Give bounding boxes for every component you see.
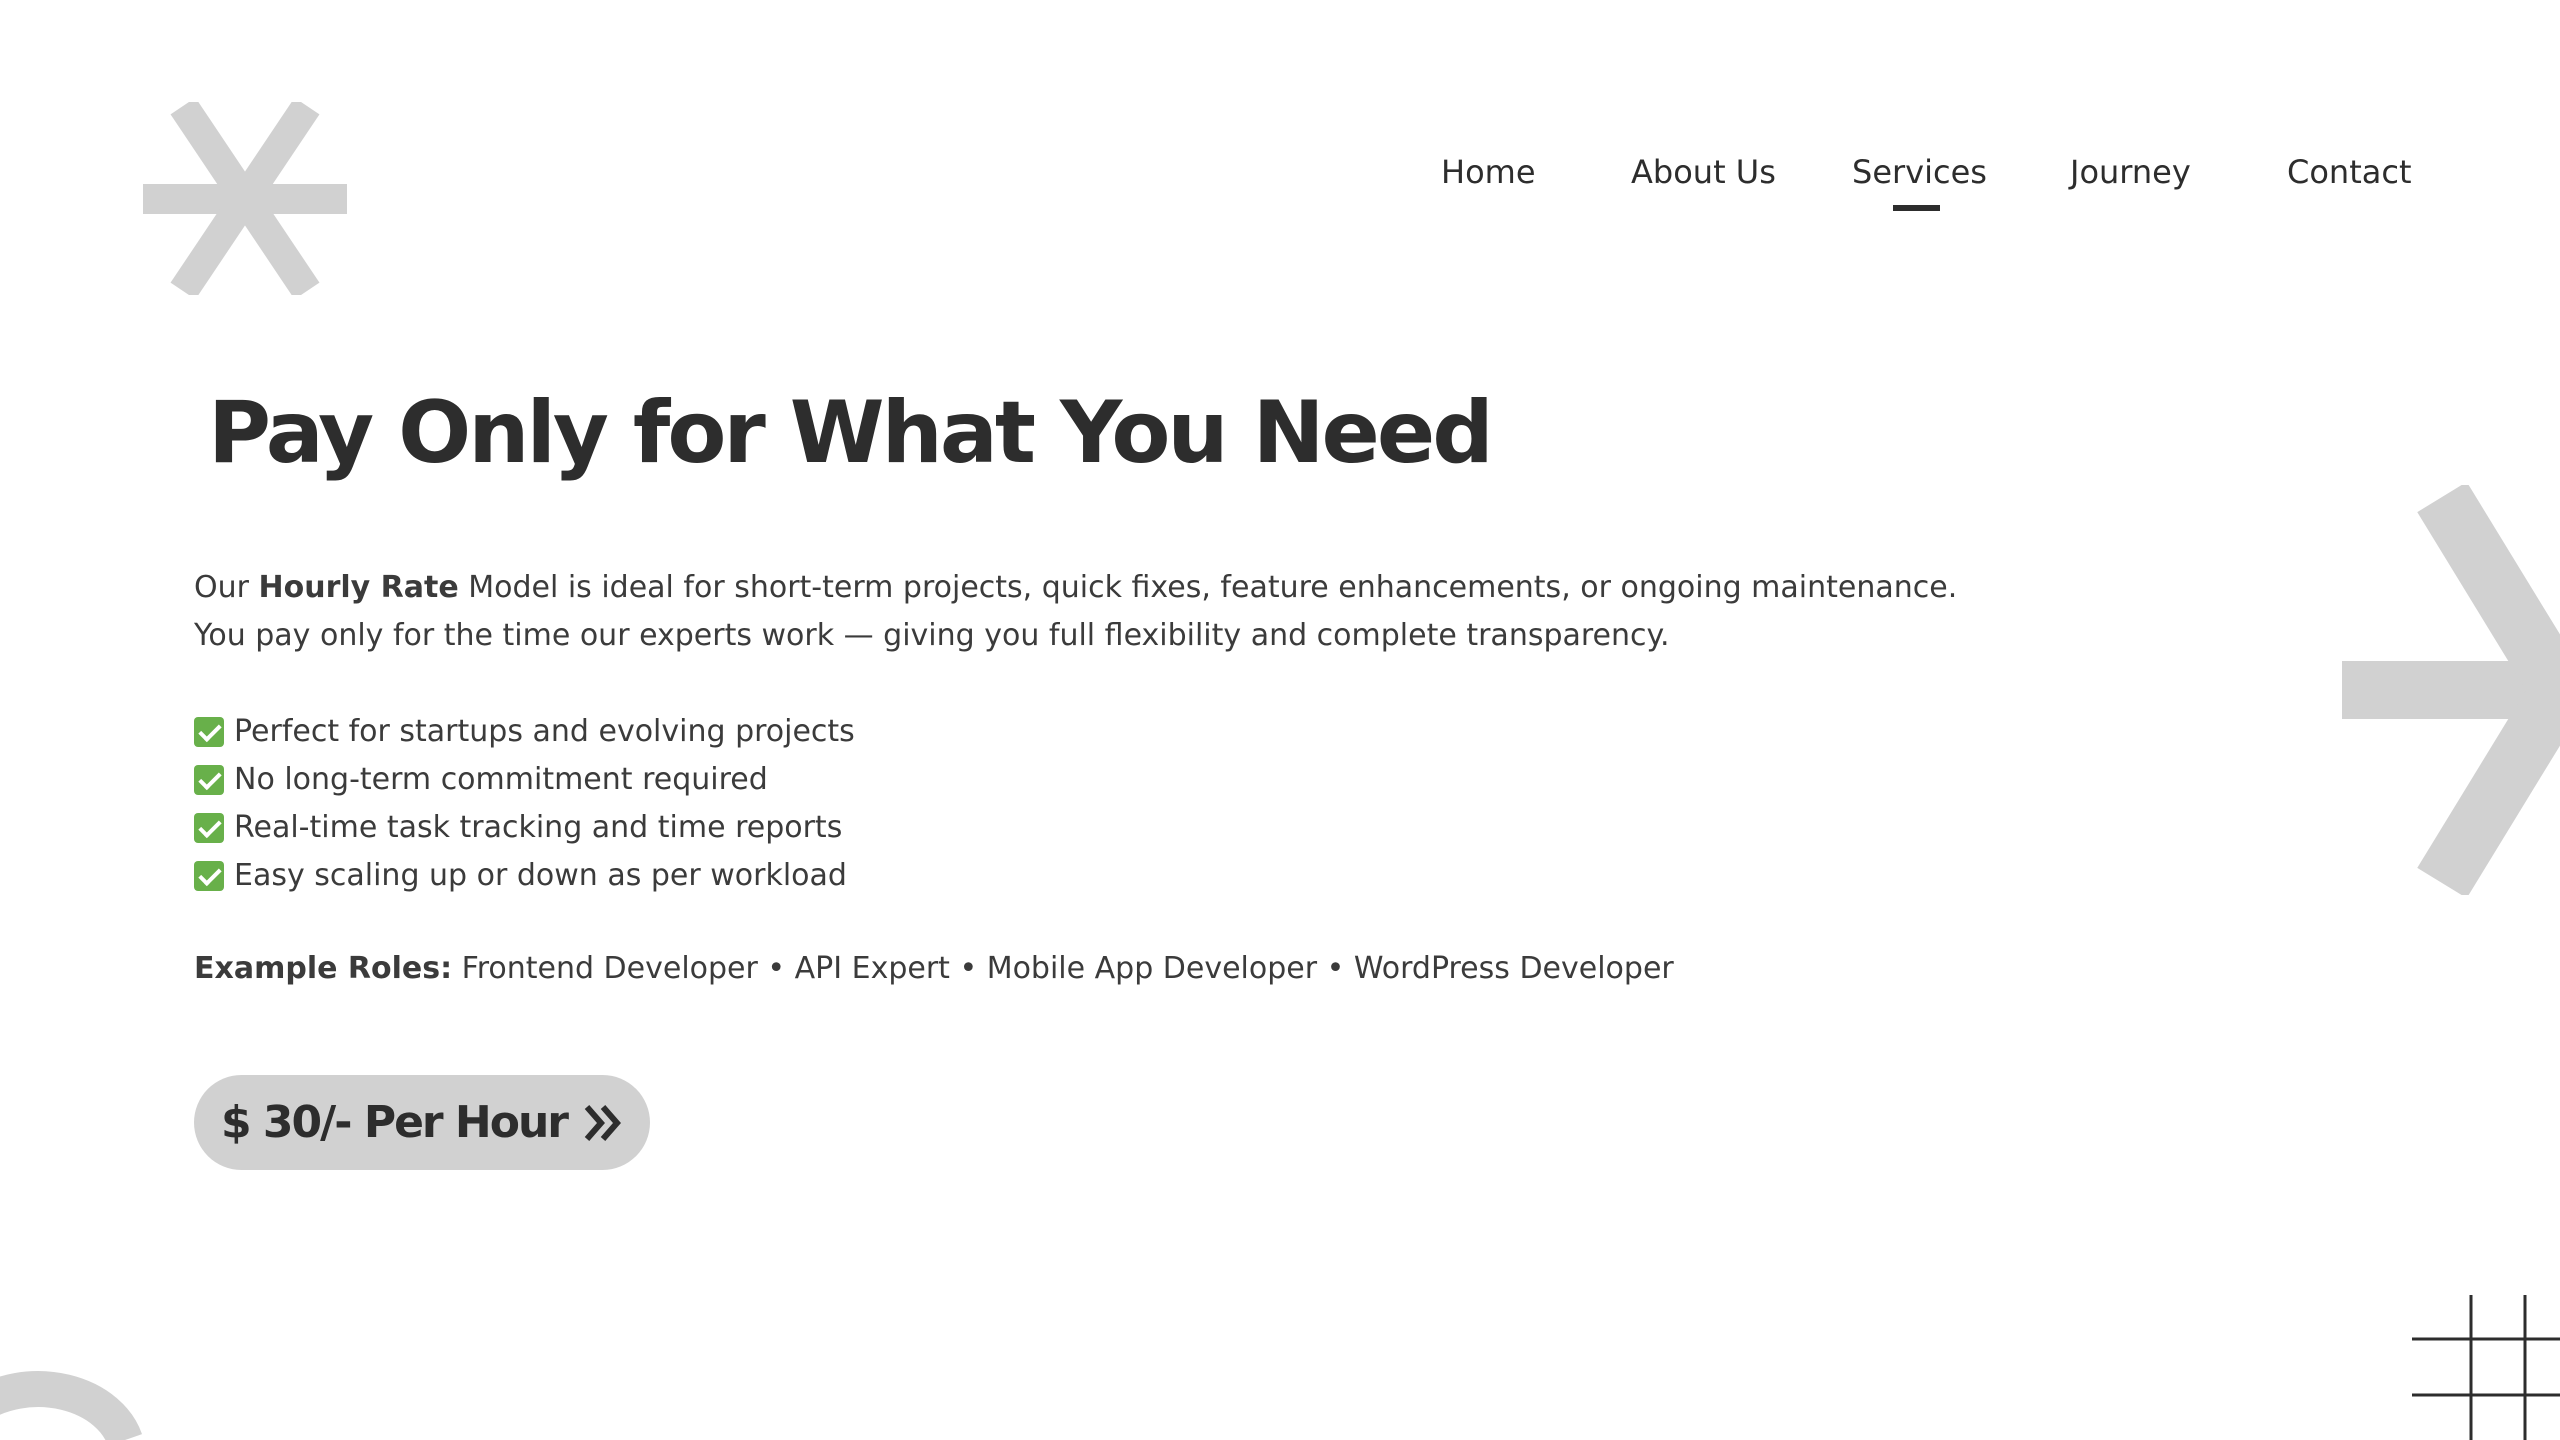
feature-text: Perfect for startups and evolving projec… [234, 714, 855, 749]
feature-item: Easy scaling up or down as per workload [194, 852, 855, 900]
hourly-rate-highlight: Hourly Rate [258, 570, 459, 605]
features-list: Perfect for startups and evolving projec… [194, 708, 855, 900]
feature-text: No long-term commitment required [234, 762, 768, 797]
intro-paragraph: Our Hourly Rate Model is ideal for short… [194, 564, 2094, 660]
nav-item-about-us[interactable]: About Us [1631, 148, 1776, 196]
page: Home About Us Services Journey Contact P… [0, 0, 2560, 1440]
check-icon [194, 813, 224, 843]
feature-item: No long-term commitment required [194, 756, 855, 804]
intro-prefix: Our [194, 570, 259, 605]
intro-rest: Model is ideal for short-term projects, … [458, 570, 1958, 605]
example-roles: Example Roles: Frontend Developer • API … [194, 945, 1674, 993]
roles-label: Example Roles: [194, 951, 453, 986]
feature-text: Real-time task tracking and time reports [234, 810, 843, 845]
double-chevron-right-icon [584, 1104, 621, 1141]
arc-decoration-icon [0, 1371, 143, 1440]
check-icon [194, 717, 224, 747]
intro-line-1: Our Hourly Rate Model is ideal for short… [194, 564, 2094, 612]
nav-item-contact[interactable]: Contact [2287, 148, 2412, 196]
price-per-hour-button[interactable]: $ 30/- Per Hour [194, 1075, 650, 1170]
check-icon [194, 861, 224, 891]
nav-active-indicator [1893, 205, 1940, 211]
nav-item-journey[interactable]: Journey [2070, 148, 2191, 196]
arrow-decoration-icon [2342, 485, 2560, 895]
nav-item-home[interactable]: Home [1441, 148, 1536, 196]
intro-line-2: You pay only for the time our experts wo… [194, 618, 1670, 653]
feature-item: Perfect for startups and evolving projec… [194, 708, 855, 756]
roles-list: Frontend Developer • API Expert • Mobile… [452, 951, 1674, 986]
page-title: Pay Only for What You Need [208, 383, 1494, 483]
price-label: $ 30/- Per Hour [221, 1097, 569, 1148]
check-icon [194, 765, 224, 795]
feature-item: Real-time task tracking and time reports [194, 804, 855, 852]
feature-text: Easy scaling up or down as per workload [234, 858, 847, 893]
nav-item-services[interactable]: Services [1852, 148, 1987, 196]
main-nav: Home About Us Services Journey Contact [1400, 148, 2460, 228]
asterisk-decoration-icon [143, 102, 347, 295]
grid-decoration-icon [2412, 1295, 2560, 1440]
